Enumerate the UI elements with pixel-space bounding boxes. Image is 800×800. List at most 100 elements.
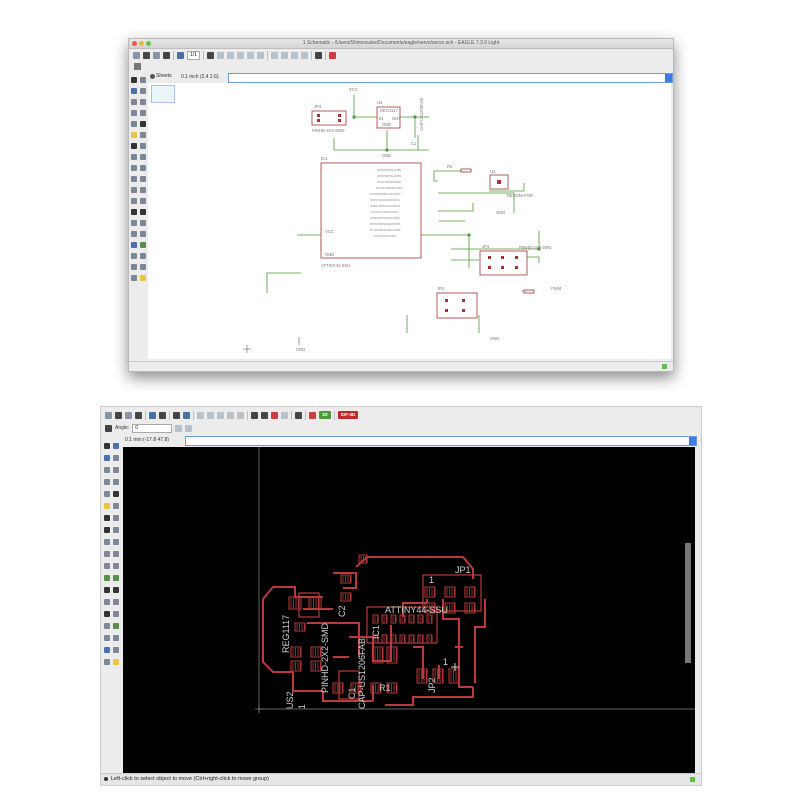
zoom-select-icon[interactable] (256, 51, 264, 59)
save-icon[interactable] (115, 411, 122, 419)
bus-icon[interactable] (131, 242, 137, 248)
rotate-icon[interactable] (140, 110, 146, 116)
open-icon[interactable] (105, 411, 112, 419)
mirror-icon[interactable] (185, 424, 193, 432)
eye-icon[interactable] (113, 443, 119, 449)
signal-icon[interactable] (113, 623, 119, 629)
zoom-fit-icon[interactable] (197, 411, 204, 419)
zoom-fit-icon[interactable] (216, 51, 224, 59)
chevron-down-icon[interactable] (689, 437, 696, 445)
attribute-icon[interactable] (131, 264, 137, 270)
display-icon[interactable] (104, 455, 110, 461)
miter-icon[interactable] (131, 187, 137, 193)
name-icon[interactable] (104, 539, 110, 545)
wire-icon[interactable] (131, 209, 137, 215)
junction-icon[interactable] (131, 253, 137, 259)
zoom-redraw-icon[interactable] (227, 411, 234, 419)
cam-icon[interactable] (163, 51, 170, 59)
script-icon[interactable] (159, 411, 166, 419)
info-icon[interactable] (104, 443, 110, 449)
chevron-down-icon[interactable] (665, 74, 672, 82)
attribute-icon[interactable] (113, 635, 119, 641)
go-icon[interactable] (300, 51, 308, 59)
value-icon[interactable] (113, 539, 119, 545)
design-link-icon[interactable] (309, 411, 316, 419)
group-icon[interactable] (104, 491, 110, 497)
idf-3d-badge[interactable]: IDF-3D (337, 411, 359, 419)
zoom-select-icon[interactable] (237, 411, 244, 419)
zoom-out-icon[interactable] (217, 411, 224, 419)
display-icon[interactable] (131, 88, 137, 94)
ripup-icon[interactable] (113, 575, 119, 581)
change-icon[interactable] (140, 121, 146, 127)
angle-select[interactable]: 0 (132, 423, 173, 433)
group-icon[interactable] (131, 121, 137, 127)
3d-badge[interactable]: 3D (319, 411, 331, 419)
invoke-icon[interactable] (131, 198, 137, 204)
arc-icon[interactable] (113, 599, 119, 605)
redo-icon[interactable] (261, 411, 268, 419)
grid-icon[interactable] (173, 411, 180, 419)
grid-toggle-icon[interactable] (134, 63, 141, 70)
rect-icon[interactable] (104, 611, 110, 617)
stop-icon[interactable] (290, 51, 298, 59)
command-line-input[interactable] (185, 436, 697, 446)
circle-icon[interactable] (104, 599, 110, 605)
layer-icon[interactable] (183, 411, 190, 419)
smash-icon[interactable] (140, 176, 146, 182)
schematic-icon[interactable] (149, 411, 156, 419)
net-icon[interactable] (140, 242, 146, 248)
via-icon[interactable] (104, 623, 110, 629)
split-icon[interactable] (140, 187, 146, 193)
undo-icon[interactable] (251, 411, 258, 419)
go-icon[interactable] (281, 411, 288, 419)
board-canvas[interactable]: REG1117 PINHD-2X2-SMD US2 1 C2 CAP-US120… (123, 447, 695, 773)
sheet-options-icon[interactable] (150, 74, 155, 79)
value-icon[interactable] (131, 176, 137, 182)
zoom-select[interactable]: 1/1 (187, 50, 200, 60)
arc-icon[interactable] (140, 220, 146, 226)
polygon-icon[interactable] (113, 611, 119, 617)
undo-icon[interactable] (270, 51, 278, 59)
rotate-icon[interactable] (175, 424, 183, 432)
redo-icon[interactable] (280, 51, 288, 59)
help-icon[interactable] (314, 51, 322, 59)
drc-icon[interactable] (104, 659, 110, 665)
name-icon[interactable] (140, 165, 146, 171)
print-icon[interactable] (125, 411, 132, 419)
label-icon[interactable] (140, 253, 146, 259)
erc-icon[interactable] (131, 275, 137, 281)
eye-icon[interactable] (140, 77, 146, 83)
print-icon[interactable] (153, 51, 160, 59)
mark-icon[interactable] (113, 455, 119, 461)
paste-icon[interactable] (104, 503, 110, 509)
wire-icon[interactable] (104, 587, 110, 593)
zoom-redraw-icon[interactable] (246, 51, 254, 59)
mirror-icon[interactable] (104, 479, 110, 485)
replace-icon[interactable] (140, 154, 146, 160)
split-icon[interactable] (104, 563, 110, 569)
stop-icon[interactable] (271, 411, 278, 419)
copy-icon[interactable] (140, 99, 146, 105)
save-icon[interactable] (143, 51, 150, 59)
grid-icon[interactable] (206, 51, 214, 59)
board-icon[interactable] (177, 51, 184, 59)
miter-icon[interactable] (113, 551, 119, 557)
rect-icon[interactable] (131, 231, 137, 237)
gateswap-icon[interactable] (131, 165, 137, 171)
lock-icon[interactable] (104, 527, 110, 533)
errors-icon[interactable] (113, 659, 119, 665)
move-icon[interactable] (131, 99, 137, 105)
autorouter-icon[interactable] (113, 647, 119, 653)
errors-icon[interactable] (140, 275, 146, 281)
copy-icon[interactable] (113, 467, 119, 473)
route-icon[interactable] (104, 575, 110, 581)
rotate-icon[interactable] (113, 479, 119, 485)
polygon-icon[interactable] (140, 231, 146, 237)
pinswap-icon[interactable] (131, 154, 137, 160)
zoom-in-icon[interactable] (226, 51, 234, 59)
circle-icon[interactable] (131, 220, 137, 226)
move-icon[interactable] (104, 467, 110, 473)
mirror-icon[interactable] (131, 110, 137, 116)
optimize-icon[interactable] (113, 563, 119, 569)
